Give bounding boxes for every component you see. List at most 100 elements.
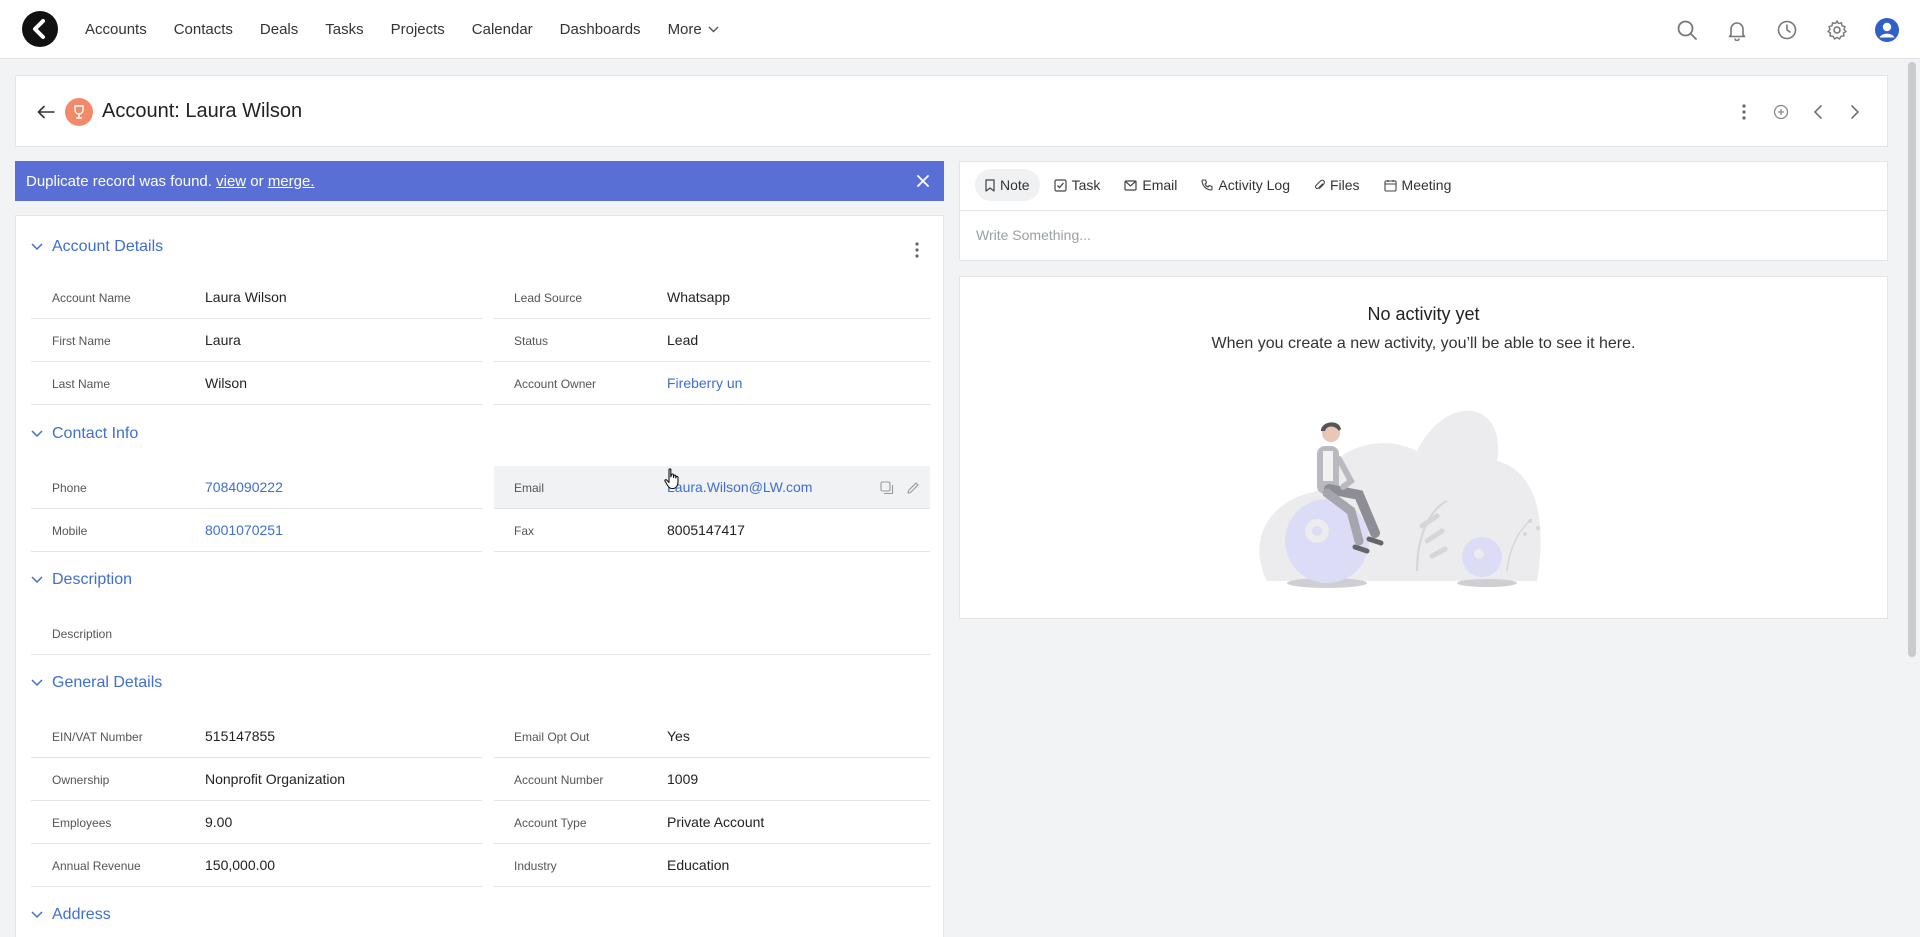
field-actions xyxy=(870,479,922,497)
top-navigation-bar: Accounts Contacts Deals Tasks Projects C… xyxy=(0,0,1920,59)
calendar-icon xyxy=(1383,179,1397,192)
tab-note[interactable]: Note xyxy=(975,169,1040,201)
nav-item-more[interactable]: More xyxy=(668,21,719,38)
field-value: Education xyxy=(667,857,730,873)
field-value: Laura xyxy=(205,332,241,348)
nav-item-projects[interactable]: Projects xyxy=(391,21,445,38)
field-email[interactable]: Email Laura.Wilson@LW.com xyxy=(494,466,930,509)
page-scrollbar[interactable] xyxy=(1908,62,1916,657)
field-account-type[interactable]: Account Type Private Account xyxy=(494,801,930,844)
account-details-card: Account Details Account Name Laura Wilso… xyxy=(15,215,944,937)
back-arrow-icon[interactable] xyxy=(34,100,58,124)
section-title: General Details xyxy=(52,674,163,691)
previous-record-icon[interactable] xyxy=(1804,98,1832,126)
nav-item-tasks[interactable]: Tasks xyxy=(325,21,363,38)
chevron-down-icon xyxy=(708,26,719,33)
next-record-icon[interactable] xyxy=(1841,98,1869,126)
section-title: Account Details xyxy=(52,238,164,255)
user-avatar-icon[interactable] xyxy=(1874,17,1900,43)
field-phone[interactable]: Phone 7084090222 xyxy=(31,466,482,509)
activity-timeline-card: No activity yet When you create a new ac… xyxy=(959,276,1888,619)
field-description[interactable]: Description xyxy=(31,612,930,655)
chevron-down-icon xyxy=(31,679,43,687)
chevron-down-icon xyxy=(31,576,43,584)
phone-link[interactable]: 7084090222 xyxy=(205,479,283,495)
close-icon[interactable] xyxy=(914,172,932,190)
banner-merge-link[interactable]: merge. xyxy=(268,173,315,190)
field-value: Nonprofit Organization xyxy=(205,771,346,787)
section-general-details[interactable]: General Details xyxy=(31,674,162,692)
mobile-link[interactable]: 8001070251 xyxy=(205,522,283,538)
edit-pencil-icon[interactable] xyxy=(904,479,922,497)
account-owner-link[interactable]: Fireberry un xyxy=(667,375,742,391)
tab-meeting[interactable]: Meeting xyxy=(1374,169,1462,201)
bell-icon[interactable] xyxy=(1724,17,1750,43)
tab-task[interactable]: Task xyxy=(1044,169,1111,201)
field-value: Whatsapp xyxy=(667,289,731,305)
section-address[interactable]: Address xyxy=(31,906,111,924)
paperclip-icon xyxy=(1314,179,1325,189)
field-label: Account Type xyxy=(514,816,587,830)
gear-icon[interactable] xyxy=(1824,17,1850,43)
tab-activity-log[interactable]: Activity Log xyxy=(1191,169,1300,201)
section-account-details[interactable]: Account Details xyxy=(31,238,163,256)
clock-icon[interactable] xyxy=(1774,17,1800,43)
tab-label: Files xyxy=(1329,177,1360,193)
field-label: EIN/VAT Number xyxy=(52,730,143,744)
field-last-name[interactable]: Last Name Wilson xyxy=(31,362,482,405)
field-email-opt-out[interactable]: Email Opt Out Yes xyxy=(494,715,930,758)
nav-item-contacts[interactable]: Contacts xyxy=(174,21,233,38)
field-account-owner[interactable]: Account Owner Fireberry un xyxy=(494,362,930,405)
tab-email[interactable]: Email xyxy=(1114,169,1187,201)
nav-item-calendar[interactable]: Calendar xyxy=(472,21,533,38)
field-label: Account Owner xyxy=(514,377,597,391)
field-industry[interactable]: Industry Education xyxy=(494,844,930,887)
more-options-icon[interactable] xyxy=(1730,98,1758,126)
field-value: 1009 xyxy=(667,771,699,787)
field-label: Industry xyxy=(514,859,557,873)
nav-item-deals[interactable]: Deals xyxy=(260,21,298,38)
section-more-icon[interactable] xyxy=(907,238,927,262)
activity-composer: Note Task Email Activity Log Files Meeti… xyxy=(959,161,1888,261)
field-label: Email xyxy=(514,481,545,495)
nav-item-dashboards[interactable]: Dashboards xyxy=(560,21,641,38)
chevron-down-icon xyxy=(31,243,43,251)
composer-tabs: Note Task Email Activity Log Files Meeti… xyxy=(975,169,1465,201)
field-mobile[interactable]: Mobile 8001070251 xyxy=(31,509,482,552)
nav-item-accounts[interactable]: Accounts xyxy=(85,21,147,38)
chevron-down-icon xyxy=(31,911,43,919)
section-contact-info[interactable]: Contact Info xyxy=(31,425,138,443)
field-lead-source[interactable]: Lead Source Whatsapp xyxy=(494,276,930,319)
copy-icon[interactable] xyxy=(878,479,896,497)
field-value: 9.00 xyxy=(205,814,233,830)
empty-state-subtitle: When you create a new activity, you’ll b… xyxy=(1211,335,1636,352)
field-ownership[interactable]: Ownership Nonprofit Organization xyxy=(31,758,482,801)
field-annual-revenue[interactable]: Annual Revenue 150,000.00 xyxy=(31,844,482,887)
add-circle-icon[interactable] xyxy=(1767,98,1795,126)
banner-view-link[interactable]: view xyxy=(216,173,246,190)
account-trophy-icon xyxy=(65,98,93,126)
search-icon[interactable] xyxy=(1674,17,1700,43)
field-account-number[interactable]: Account Number 1009 xyxy=(494,758,930,801)
field-employees[interactable]: Employees 9.00 xyxy=(31,801,482,844)
tab-files[interactable]: Files xyxy=(1304,169,1370,201)
page-title: Account: Laura Wilson xyxy=(102,100,303,122)
field-value: 515147855 xyxy=(205,728,276,744)
banner-or-text: or xyxy=(250,172,264,190)
app-logo-icon[interactable] xyxy=(22,11,58,47)
email-link[interactable]: Laura.Wilson@LW.com xyxy=(667,479,812,495)
field-label: Annual Revenue xyxy=(52,859,141,873)
field-status[interactable]: Status Lead xyxy=(494,319,930,362)
section-description[interactable]: Description xyxy=(31,571,132,589)
field-first-name[interactable]: First Name Laura xyxy=(31,319,482,362)
tab-label: Note xyxy=(1000,177,1030,193)
field-account-name[interactable]: Account Name Laura Wilson xyxy=(31,276,482,319)
field-label: Email Opt Out xyxy=(514,730,590,744)
field-ein-vat[interactable]: EIN/VAT Number 515147855 xyxy=(31,715,482,758)
tab-label: Meeting xyxy=(1401,177,1452,193)
write-something-input[interactable] xyxy=(976,227,1856,243)
field-label: Last Name xyxy=(52,377,111,391)
field-fax[interactable]: Fax 8005147417 xyxy=(494,509,930,552)
field-value: 150,000.00 xyxy=(205,857,276,873)
phone-icon xyxy=(1201,179,1213,191)
